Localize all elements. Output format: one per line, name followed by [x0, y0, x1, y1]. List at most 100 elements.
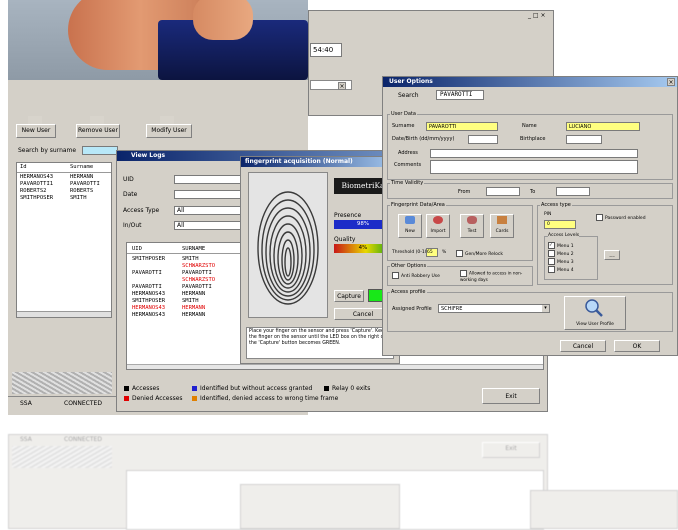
- comments-field[interactable]: [430, 160, 638, 174]
- legend-swatch: [324, 386, 329, 391]
- remove-user-button[interactable]: Remove User: [76, 124, 120, 138]
- checkbox-box[interactable]: [392, 272, 399, 279]
- checkbox-box[interactable]: [596, 214, 603, 221]
- list-row-surname[interactable]: ROBERTS: [70, 188, 93, 194]
- user-options-cancel-button[interactable]: Cancel: [560, 340, 606, 352]
- reflection-options: [530, 490, 678, 529]
- password-checkbox[interactable]: Password enabled: [596, 214, 646, 221]
- main-window-controls[interactable]: _ □ ×: [528, 12, 546, 19]
- reflection-status-connected: CONNECTED: [64, 436, 102, 443]
- address-field[interactable]: [430, 149, 638, 158]
- finger-tip: [193, 0, 253, 40]
- surname-field[interactable]: PAVAROTTI: [426, 122, 498, 131]
- log-row-uid[interactable]: HERMANOS43: [132, 305, 165, 311]
- date-field[interactable]: [174, 190, 244, 199]
- to-field[interactable]: [556, 187, 590, 196]
- log-row-uid[interactable]: SMITHPOSER: [132, 298, 165, 304]
- presence-value: 98%: [356, 221, 370, 227]
- list-row-id[interactable]: PAVAROTTI1: [20, 181, 53, 187]
- list-row-surname[interactable]: SMITH: [70, 195, 87, 201]
- fingerprint-image: [257, 191, 319, 305]
- name-field[interactable]: LUCIANO: [566, 122, 640, 131]
- level-checkbox[interactable]: Menu 2: [548, 250, 574, 257]
- reflection-exit-label: Exit: [505, 445, 517, 452]
- access-type-select[interactable]: All: [174, 206, 244, 215]
- threshold-field[interactable]: 65: [426, 248, 438, 257]
- checkbox-box[interactable]: ✓: [548, 242, 555, 249]
- log-row-surname[interactable]: HERMANN: [182, 291, 205, 297]
- pin-field[interactable]: 0: [544, 220, 576, 229]
- level-label: Menu 1: [557, 244, 574, 249]
- gen-more-relock-checkbox[interactable]: Gen/More Relock: [456, 250, 503, 257]
- log-row-uid[interactable]: PAVAROTTI: [132, 270, 162, 276]
- anti-robbery-checkbox[interactable]: Anti Robbery Use: [392, 272, 440, 279]
- surname-value: PAVAROTTI: [429, 124, 457, 130]
- logs-scrollbar[interactable]: [127, 364, 543, 369]
- birthplace-field[interactable]: [566, 135, 602, 144]
- time-display: 54:40: [310, 43, 342, 57]
- checkbox-box[interactable]: [456, 250, 463, 257]
- search-tab-field[interactable]: PAVAROTTI: [436, 90, 484, 100]
- log-row-surname[interactable]: HERMANN: [182, 312, 205, 318]
- list-row-surname[interactable]: HERMANN: [70, 174, 93, 180]
- import-icon: [433, 216, 443, 224]
- log-row-uid[interactable]: HERMANOS43: [132, 312, 165, 318]
- gen-more-relock-label: Gen/More Relock: [465, 252, 503, 257]
- log-row-surname[interactable]: PAVAROTTI: [182, 284, 212, 290]
- chevron-down-icon[interactable]: ▾: [542, 305, 549, 312]
- profile-select[interactable]: SCHIFRE: [438, 304, 550, 313]
- birth-field[interactable]: [468, 135, 498, 144]
- close-icon[interactable]: ×: [667, 78, 675, 86]
- pin-value: 0: [547, 222, 550, 227]
- list-row-id[interactable]: HERMANOS43: [20, 174, 53, 180]
- level-checkbox[interactable]: Menu 3: [548, 258, 574, 265]
- log-row-uid[interactable]: HERMANOS43: [132, 291, 165, 297]
- log-row-uid[interactable]: PAVAROTTI: [132, 284, 162, 290]
- in-out-select[interactable]: All: [174, 221, 244, 230]
- level-checkbox[interactable]: Menu 4: [548, 266, 574, 273]
- new-fingerprint-icon: [405, 216, 415, 224]
- log-row-uid[interactable]: SMITHPOSER: [132, 256, 165, 262]
- surname-label: Surname: [392, 123, 415, 129]
- exit-button[interactable]: Exit: [482, 388, 540, 404]
- fingerprint-thumbnail: [12, 372, 112, 394]
- log-row-surname[interactable]: SMITH: [182, 298, 199, 304]
- checkbox-box[interactable]: [548, 258, 555, 265]
- legend-swatch: [124, 386, 129, 391]
- allowed-checkbox[interactable]: Allowed to access in non-working days: [460, 270, 530, 282]
- access-levels-label: Access Levels: [548, 233, 580, 238]
- level-label: Menu 2: [557, 252, 574, 257]
- level-checkbox[interactable]: ✓ Menu 1: [548, 242, 574, 249]
- close-icon[interactable]: ×: [338, 82, 346, 90]
- new-user-button[interactable]: New User: [16, 124, 56, 138]
- user-options-ok-button[interactable]: OK: [614, 340, 660, 352]
- threshold-value: 65: [427, 250, 433, 255]
- list-scrollbar[interactable]: [17, 311, 111, 317]
- anti-robbery-label: Anti Robbery Use: [401, 274, 440, 279]
- log-row-surname[interactable]: SMITH: [182, 256, 199, 262]
- in-out-label: In/Out: [123, 222, 142, 229]
- search-tab-label[interactable]: Search: [398, 92, 419, 99]
- more-levels-button[interactable]: ...: [604, 250, 620, 260]
- list-header-surname: Surname: [70, 164, 94, 170]
- from-field[interactable]: [486, 187, 520, 196]
- list-row-surname[interactable]: PAVAROTTI: [70, 181, 100, 187]
- log-row-surname[interactable]: HERMANN: [182, 305, 205, 311]
- checkbox-box[interactable]: [548, 266, 555, 273]
- capture-button[interactable]: Capture: [334, 290, 364, 302]
- log-row-surname[interactable]: PAVAROTTI: [182, 270, 212, 276]
- user-options-title: User Options: [389, 78, 433, 85]
- log-row-surname[interactable]: SCHWARZSTO: [182, 277, 215, 283]
- list-row-id[interactable]: ROBERTS2: [20, 188, 47, 194]
- search-input[interactable]: [82, 146, 118, 155]
- modify-user-button[interactable]: Modify User: [146, 124, 192, 138]
- in-out-value: All: [177, 222, 185, 229]
- uid-field[interactable]: [174, 175, 244, 184]
- checkbox-box[interactable]: [460, 270, 467, 277]
- checkbox-box[interactable]: [548, 250, 555, 257]
- other-options-label: Other Options: [390, 263, 428, 269]
- name-value: LUCIANO: [569, 124, 592, 130]
- remove-user-label: Remove User: [78, 127, 118, 134]
- log-row-surname[interactable]: SCHWARZSTO: [182, 263, 215, 269]
- list-row-id[interactable]: SMITHPOSER: [20, 195, 53, 201]
